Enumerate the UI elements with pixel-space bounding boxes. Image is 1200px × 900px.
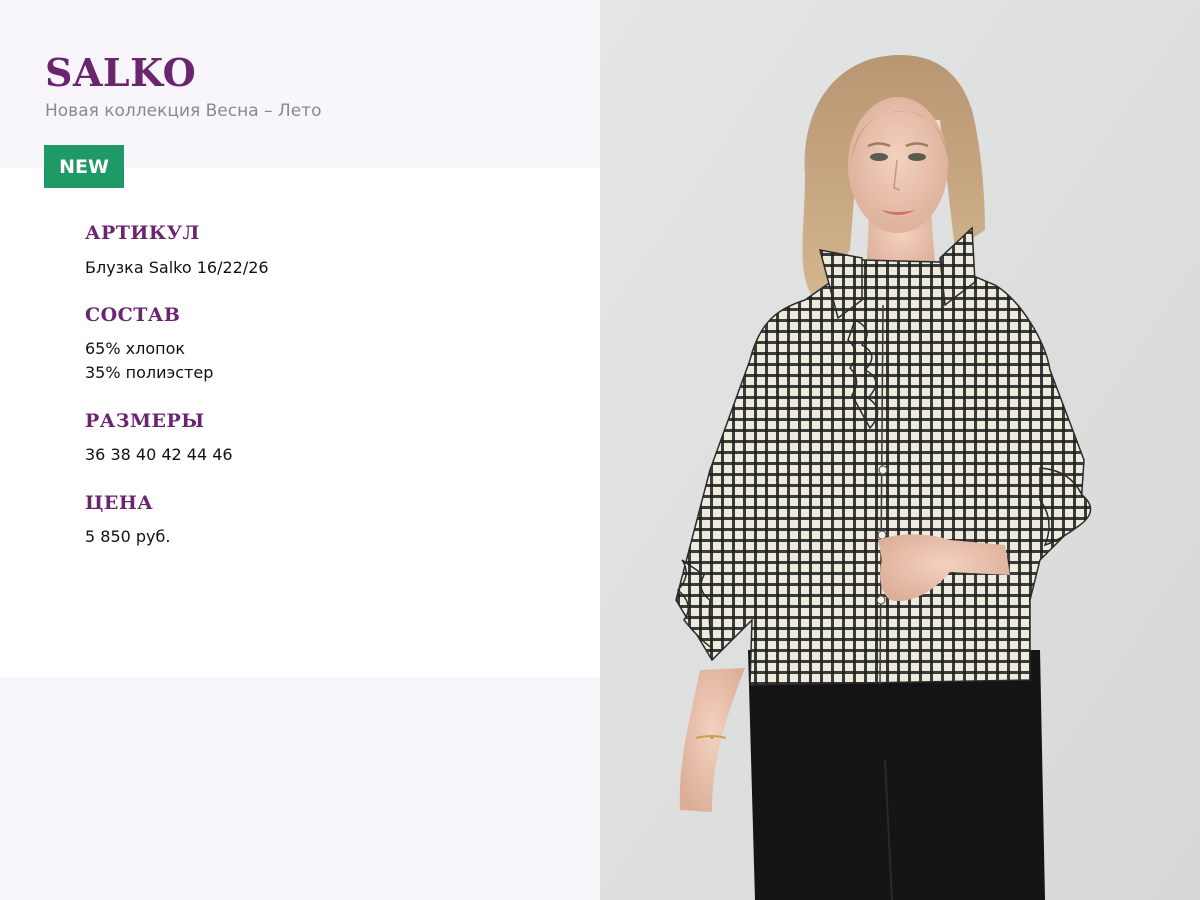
composition-line-1: 65% хлопок (85, 339, 186, 358)
info-panel: SALKO Новая коллекция Весна – Лето NEW А… (0, 0, 600, 900)
article-label: АРТИКУЛ (85, 222, 200, 244)
model-legs (748, 650, 1045, 900)
composition-line-2: 35% полиэстер (85, 363, 214, 382)
model-face (848, 97, 948, 233)
article-value: Блузка Salko 16/22/26 (85, 258, 269, 277)
product-photo (600, 0, 1200, 900)
new-badge: NEW (44, 145, 124, 188)
brand-title: SALKO (45, 50, 197, 95)
collection-subtitle: Новая коллекция Весна – Лето (45, 101, 322, 121)
price-label: ЦЕНА (85, 492, 154, 514)
composition-label: СОСТАВ (85, 304, 181, 326)
price-value: 5 850 руб. (85, 527, 171, 546)
sizes-label: РАЗМЕРЫ (85, 410, 205, 432)
sizes-value: 36 38 40 42 44 46 (85, 445, 233, 464)
